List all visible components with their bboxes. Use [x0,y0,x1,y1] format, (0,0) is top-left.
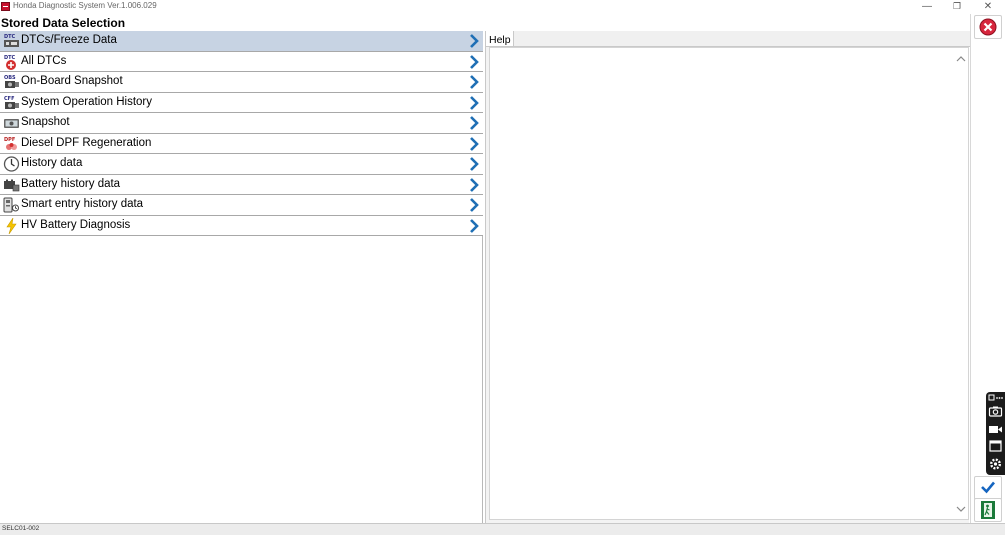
svg-text:DTC: DTC [4,55,16,61]
tab-strip [514,31,970,47]
chevron-right-icon [470,34,479,48]
minimize-button[interactable]: — [913,0,941,14]
list-item-smart-entry-history-data[interactable]: Smart entry history data [0,195,483,216]
chevron-right-icon [470,157,479,171]
chevron-right-icon [470,218,479,233]
chevron-right-icon [470,198,479,212]
list-item-label: HV Battery Diagnosis [21,218,131,231]
help-tab-label: Help [489,34,511,46]
svg-text:DPF: DPF [4,137,15,143]
window-capture-icon[interactable] [988,439,1003,453]
svg-text:CFF: CFF [4,96,15,102]
chevron-right-icon [470,75,479,89]
cff-icon: CFF [4,96,19,109]
status-bar: SELC01-002 [0,523,1005,535]
chevron-right-icon [470,95,479,110]
list-item-label: On-Board Snapshot [21,75,123,87]
help-panel: Help [485,31,970,523]
capture-toolbar [986,392,1005,475]
list-item-system-operation-history[interactable]: CFF System Operation History [0,92,483,113]
close-screen-button[interactable] [974,15,1002,39]
list-item-label: History data [21,157,83,169]
honda-app-logo-icon [1,2,10,11]
restore-button[interactable]: ❐ [943,0,971,14]
window-close-button[interactable]: ✕ [974,0,1002,14]
video-camera-icon[interactable] [988,422,1003,436]
more-options-icon[interactable] [988,393,1003,402]
help-content-area[interactable] [489,47,969,520]
list-item-label: All DTCs [21,54,67,67]
snapshot-icon [4,119,19,128]
list-item-all-dtcs[interactable]: DTC All DTCs [0,51,483,72]
tab-help[interactable]: Help [486,31,514,47]
dtc-freeze-icon: DTC [4,34,19,47]
red-close-icon [979,18,997,36]
clock-icon [3,156,20,172]
obs-icon: OBS [4,75,19,88]
list-item-label: Snapshot [21,116,70,128]
chevron-right-icon [470,177,479,192]
camera-icon[interactable] [988,404,1003,418]
list-item-label: DTCs/Freeze Data [21,34,117,46]
list-item-on-board-snapshot[interactable]: OBS On-Board Snapshot [0,72,483,93]
screen-code: SELC01-002 [2,525,40,532]
list-item-hv-battery-diagnosis[interactable]: HV Battery Diagnosis [0,215,483,236]
list-item-label: System Operation History [21,95,153,108]
scroll-up-icon[interactable] [955,52,967,66]
window-titlebar: Honda Diagnostic System Ver.1.006.029 — … [0,0,1005,14]
chevron-right-icon [470,116,479,130]
list-item-label: Smart entry history data [21,198,144,210]
battery-icon [4,179,20,191]
scroll-down-icon[interactable] [955,502,967,516]
window-title: Honda Diagnostic System Ver.1.006.029 [13,1,157,10]
list-item-label: Battery history data [21,177,121,190]
list-item-label: Diesel DPF Regeneration [21,136,152,149]
list-item-battery-history-data[interactable]: Battery history data [0,174,483,195]
chevron-right-icon [470,136,479,151]
list-item-snapshot[interactable]: Snapshot [0,113,483,134]
list-item-dtcs-freeze-data[interactable]: DTC DTCs/Freeze Data [0,31,483,52]
page-title: Stored Data Selection [1,16,126,30]
list-item-diesel-dpf-regeneration[interactable]: DPF Diesel DPF Regeneration [0,133,483,154]
exit-door-icon [981,501,995,519]
settings-gear-icon[interactable] [988,457,1003,471]
dpf-icon: DPF [4,137,17,150]
chevron-right-icon [470,54,479,69]
stored-data-list: DTC DTCs/Freeze Data DTC All DTCs OBS On… [0,31,483,523]
lightning-icon [6,217,17,234]
confirm-button[interactable] [974,476,1002,500]
list-item-history-data[interactable]: History data [0,154,483,175]
svg-text:DTC: DTC [4,34,16,40]
checkmark-icon [981,481,995,494]
svg-text:OBS: OBS [4,75,16,81]
smart-entry-icon [3,197,19,213]
all-dtcs-icon: DTC [4,55,16,70]
exit-button[interactable] [974,498,1002,522]
